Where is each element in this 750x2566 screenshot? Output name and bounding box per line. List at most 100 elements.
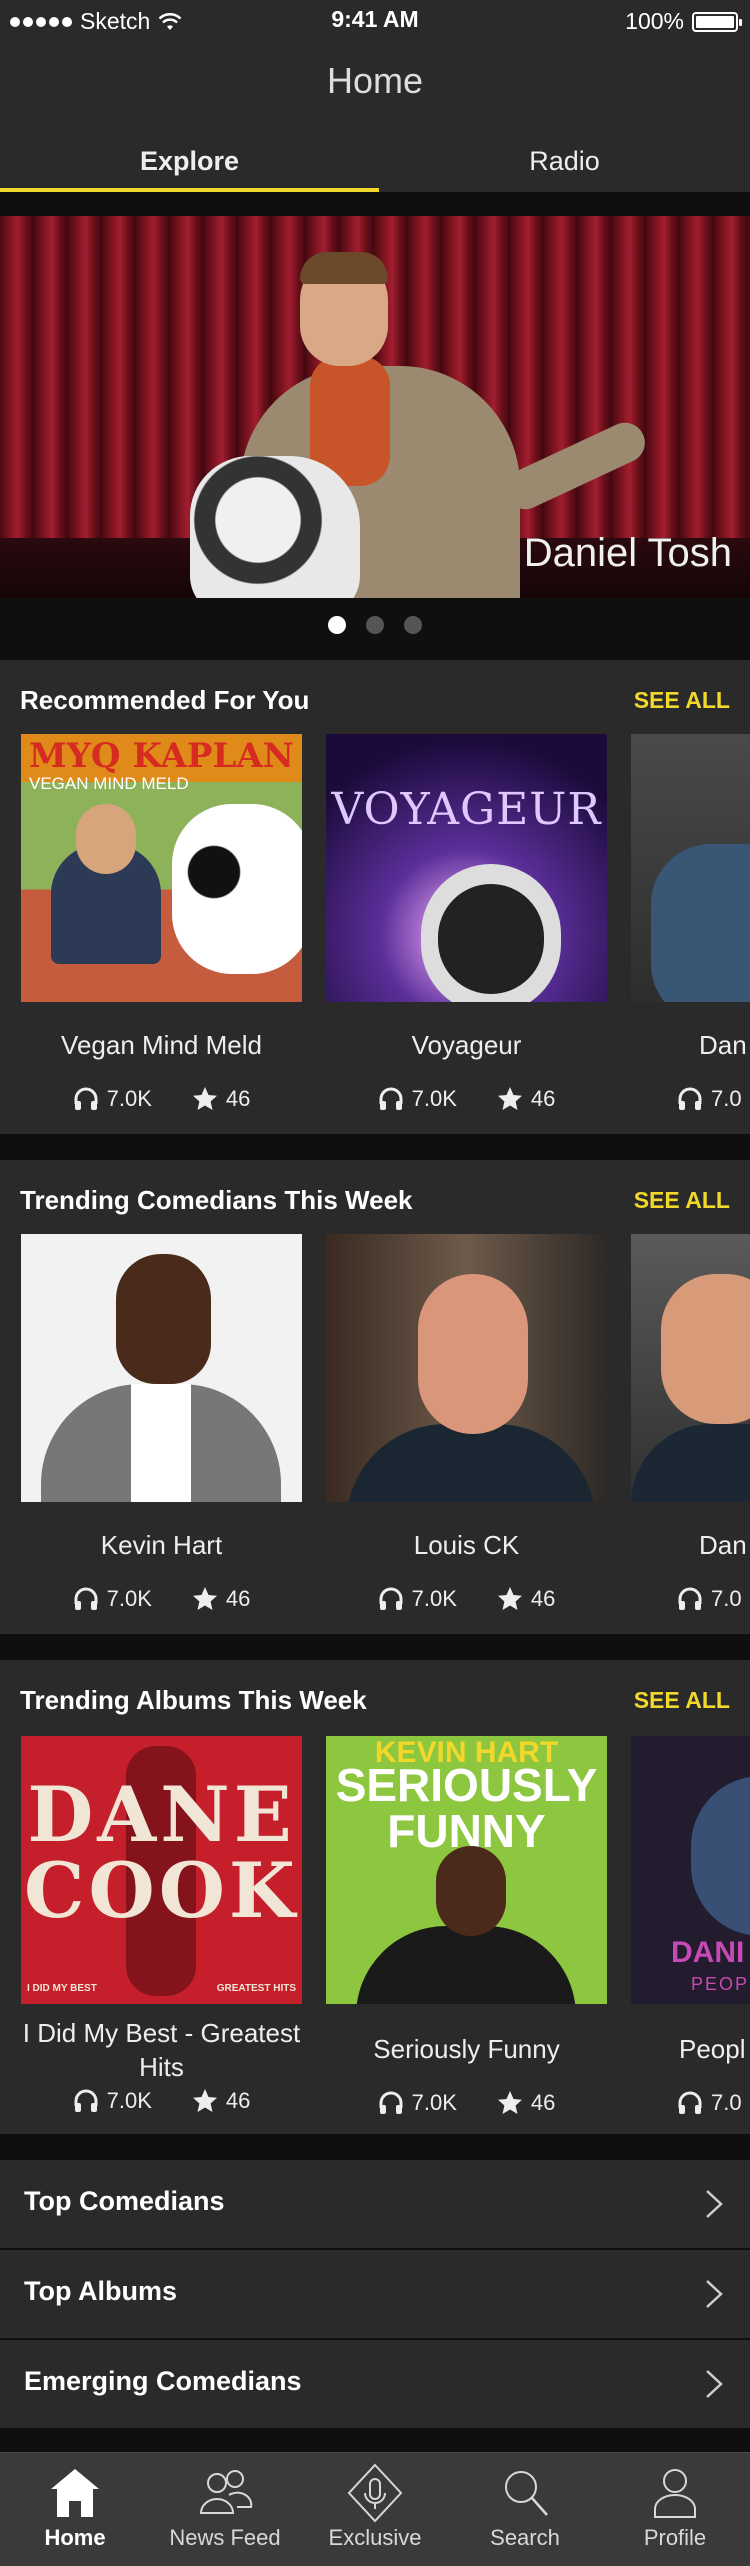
star-icon bbox=[192, 2089, 217, 2112]
see-all-button[interactable]: SEE ALL bbox=[634, 1687, 730, 1714]
tab-explore[interactable]: Explore bbox=[0, 128, 379, 192]
section-recommended: Recommended For You SEE ALL MYQ KAPLAN V… bbox=[0, 660, 750, 1134]
row-label: Emerging Comedians bbox=[24, 2366, 302, 2396]
row-label: Top Albums bbox=[24, 2276, 177, 2306]
status-bar: Sketch 9:41 AM 100% bbox=[0, 0, 750, 40]
tabbar-label: Home bbox=[44, 2525, 106, 2550]
album-card[interactable]: VOYAGEUR Voyageur 7.0K 46 bbox=[326, 734, 607, 1112]
star-count: 46 bbox=[225, 2088, 251, 2113]
chevron-right-icon bbox=[706, 2370, 723, 2398]
comedian-photo bbox=[326, 1234, 607, 1502]
album-card[interactable]: DANE COOK I DID MY BEST GREATEST HITS I D… bbox=[21, 1736, 302, 2116]
headphones-icon bbox=[74, 2089, 98, 2112]
star-count: 46 bbox=[530, 1586, 556, 1611]
album-cover: KEVIN HART SERIOUSLY FUNNY bbox=[326, 1736, 607, 2004]
segment-tabs: Explore Radio bbox=[0, 128, 750, 192]
tabbar-home[interactable]: Home bbox=[0, 2453, 150, 2566]
card-title: Peopl bbox=[679, 2034, 746, 2064]
card-carousel[interactable]: DANE COOK I DID MY BEST GREATEST HITS I D… bbox=[21, 1736, 750, 2116]
comedian-photo bbox=[21, 1234, 302, 1502]
star-icon bbox=[192, 1587, 217, 1610]
hero-banner[interactable]: Daniel Tosh bbox=[0, 216, 750, 598]
tabbar-profile[interactable]: Profile bbox=[600, 2453, 750, 2566]
album-cover: DANE COOK I DID MY BEST GREATEST HITS bbox=[21, 1736, 302, 2004]
card-title: Vegan Mind Meld bbox=[61, 1030, 262, 1060]
headphones-icon bbox=[74, 1087, 98, 1110]
headphones-icon bbox=[379, 1087, 403, 1110]
headphones-icon bbox=[74, 1587, 98, 1610]
page-dot bbox=[366, 616, 384, 634]
tab-radio[interactable]: Radio bbox=[379, 128, 750, 192]
card-title: Kevin Hart bbox=[100, 1530, 223, 1560]
chevron-right-icon bbox=[706, 2190, 723, 2218]
battery-percent: 100% bbox=[625, 8, 684, 34]
row-emerging-comedians[interactable]: Emerging Comedians bbox=[0, 2340, 750, 2428]
play-count: 7.0K bbox=[411, 1586, 457, 1611]
album-cover bbox=[631, 734, 750, 1002]
star-count: 46 bbox=[225, 1086, 251, 1111]
hero-carousel: Daniel Tosh bbox=[0, 196, 750, 658]
see-all-button[interactable]: SEE ALL bbox=[634, 687, 730, 714]
row-top-comedians[interactable]: Top Comedians bbox=[0, 2160, 750, 2248]
star-icon bbox=[497, 2091, 522, 2114]
tabbar-exclusive[interactable]: Exclusive bbox=[300, 2453, 450, 2566]
play-count: 7.0 bbox=[711, 1086, 742, 1111]
card-title: Louis CK bbox=[413, 1530, 520, 1560]
headphones-icon bbox=[678, 2091, 702, 2114]
tab-bar: Home News Feed Exclusive Search Profile bbox=[0, 2452, 750, 2566]
album-card[interactable]: KEVIN HART SERIOUSLY FUNNY Seriously Funn… bbox=[326, 1736, 607, 2116]
play-count: 7.0K bbox=[106, 1586, 152, 1611]
album-card[interactable]: Dan 7.0 bbox=[631, 734, 750, 1112]
tabbar-label: Search bbox=[490, 2525, 560, 2550]
play-count: 7.0K bbox=[106, 1086, 152, 1111]
carousel-page-indicator[interactable] bbox=[0, 616, 750, 634]
star-count: 46 bbox=[530, 2090, 556, 2115]
chevron-right-icon bbox=[706, 2280, 723, 2308]
comedian-card[interactable]: Louis CK 7.0K 46 bbox=[326, 1234, 607, 1612]
play-count: 7.0K bbox=[411, 1086, 457, 1111]
see-all-button[interactable]: SEE ALL bbox=[634, 1187, 730, 1214]
album-card[interactable]: MYQ KAPLAN VEGAN MIND MELD Vegan Mind Me… bbox=[21, 734, 302, 1112]
section-trending-comedians: Trending Comedians This Week SEE ALL Kev… bbox=[0, 1160, 750, 1634]
card-title: Seriously Funny bbox=[373, 2034, 560, 2064]
people-icon bbox=[199, 2470, 253, 2514]
hero-name: Daniel Tosh bbox=[523, 531, 732, 575]
play-count: 7.0 bbox=[711, 1586, 742, 1611]
album-cover: VOYAGEUR bbox=[326, 734, 607, 1002]
headphones-icon bbox=[678, 1587, 702, 1610]
comedian-card[interactable]: Dan 7.0 bbox=[631, 1234, 750, 1612]
comedian-card[interactable]: Kevin Hart 7.0K 46 bbox=[21, 1234, 302, 1612]
battery-icon bbox=[692, 11, 742, 32]
star-icon bbox=[192, 1087, 217, 1110]
headphones-icon bbox=[678, 1087, 702, 1110]
card-title: I Did My Best - Greatest Hits bbox=[22, 2018, 301, 2082]
section-trending-albums: Trending Albums This Week SEE ALL DANE C… bbox=[0, 1660, 750, 2134]
album-card[interactable]: DANI PEOPL Peopl 7.0 bbox=[631, 1736, 750, 2116]
section-title: Trending Comedians This Week bbox=[20, 1184, 413, 1215]
comedian-photo bbox=[631, 1234, 750, 1502]
section-title: Trending Albums This Week bbox=[20, 1684, 367, 1715]
search-icon bbox=[505, 2471, 548, 2516]
tabbar-label: News Feed bbox=[169, 2525, 281, 2550]
card-carousel[interactable]: MYQ KAPLAN VEGAN MIND MELD Vegan Mind Me… bbox=[21, 734, 750, 1112]
card-title: Dan bbox=[699, 1530, 747, 1560]
row-label: Top Comedians bbox=[24, 2186, 225, 2216]
microphone-diamond-icon bbox=[347, 2463, 403, 2523]
star-count: 46 bbox=[225, 1586, 251, 1611]
section-title: Recommended For You bbox=[20, 684, 310, 715]
headphones-icon bbox=[379, 2091, 403, 2114]
tabbar-label: Exclusive bbox=[328, 2525, 422, 2550]
card-title: Dan bbox=[699, 1030, 747, 1060]
star-count: 46 bbox=[530, 1086, 556, 1111]
home-icon bbox=[51, 2469, 99, 2517]
tabbar-search[interactable]: Search bbox=[450, 2453, 600, 2566]
play-count: 7.0 bbox=[711, 2090, 742, 2115]
tabbar-news-feed[interactable]: News Feed bbox=[150, 2453, 300, 2566]
page-dot bbox=[404, 616, 422, 634]
card-carousel[interactable]: Kevin Hart 7.0K 46 Louis CK 7.0K 46 Dan … bbox=[21, 1234, 750, 1612]
album-cover: DANI PEOPL bbox=[631, 1736, 750, 2004]
headphones-icon bbox=[379, 1587, 403, 1610]
row-top-albums[interactable]: Top Albums bbox=[0, 2250, 750, 2338]
album-cover: MYQ KAPLAN VEGAN MIND MELD bbox=[21, 734, 302, 1002]
star-icon bbox=[497, 1587, 522, 1610]
